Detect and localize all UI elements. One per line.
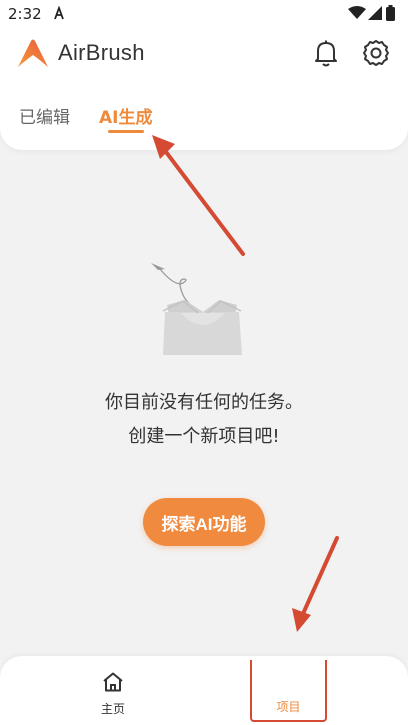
wifi-icon bbox=[348, 6, 366, 19]
app-header: AirBrush bbox=[0, 30, 408, 78]
nav-home-label: 主页 bbox=[100, 702, 125, 716]
accessibility-icon bbox=[54, 6, 64, 20]
bottom-nav bbox=[0, 656, 408, 725]
tab-edited[interactable]: 已编辑 bbox=[19, 103, 70, 128]
empty-box-icon bbox=[151, 263, 242, 355]
nav-project-label: 项目 bbox=[276, 700, 301, 714]
app-title: AirBrush bbox=[58, 40, 145, 65]
gear-icon[interactable] bbox=[362, 39, 390, 67]
battery-icon bbox=[386, 5, 395, 21]
airbrush-logo-icon bbox=[18, 39, 48, 67]
nav-home[interactable]: 主页 bbox=[82, 670, 144, 718]
bell-icon[interactable] bbox=[313, 39, 339, 67]
home-icon bbox=[103, 672, 123, 692]
empty-state-hint: 创建一个新项目吧! bbox=[128, 426, 280, 447]
signal-icon bbox=[368, 6, 382, 20]
status-bar: 2:32 bbox=[0, 0, 408, 30]
nav-project[interactable]: 项目 bbox=[250, 660, 327, 722]
status-time: 2:32 bbox=[8, 5, 42, 23]
empty-state-message: 你目前没有任何的任务。 bbox=[105, 392, 303, 413]
tab-ai-generated[interactable]: AI生成 bbox=[99, 103, 152, 128]
explore-ai-button[interactable]: 探索AI功能 bbox=[143, 498, 265, 546]
active-tab-indicator bbox=[108, 130, 144, 133]
